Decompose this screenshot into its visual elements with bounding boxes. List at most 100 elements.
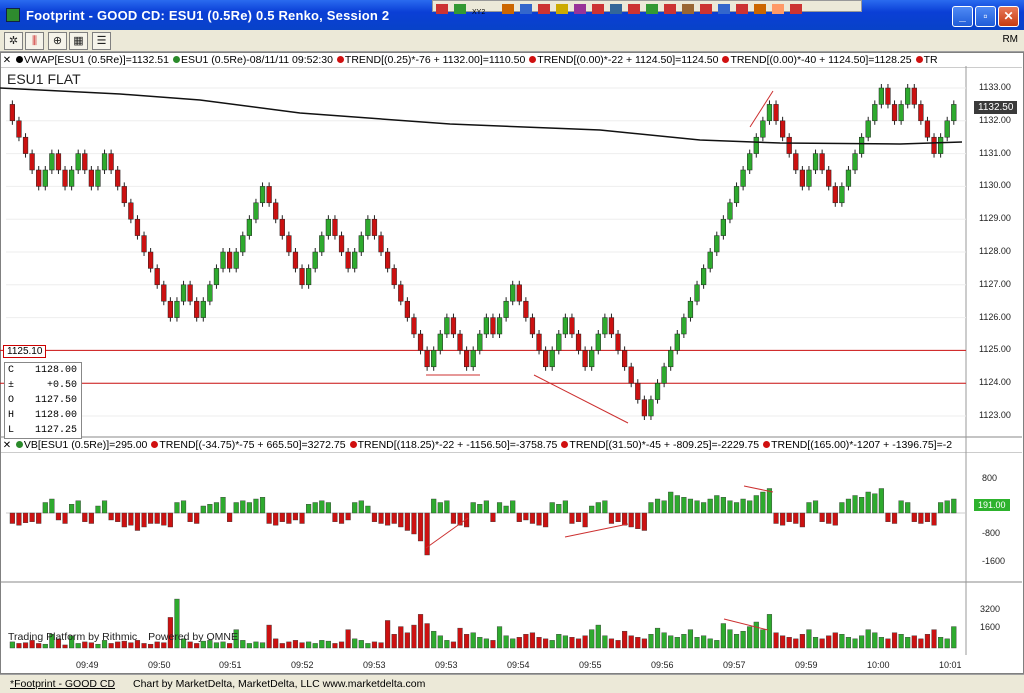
time-tick: 09:53: [363, 660, 386, 670]
price-tick: 1133.00: [979, 82, 1011, 92]
volume-bar: [378, 642, 384, 649]
candle: [819, 153, 825, 171]
candle: [200, 300, 206, 318]
vb-bar: [431, 498, 437, 514]
candle: [352, 251, 358, 269]
volume-bar: [279, 643, 285, 649]
candle: [194, 300, 200, 318]
candle: [411, 317, 417, 335]
volume-bar: [727, 629, 733, 649]
candle: [681, 317, 687, 335]
vb-bar: [681, 497, 687, 514]
volume-bar: [905, 637, 911, 649]
vb-bar: [951, 498, 957, 514]
candle: [523, 300, 529, 318]
volume-bar: [766, 614, 773, 649]
candle: [687, 300, 694, 318]
volume-bar: [812, 637, 819, 649]
candle: [141, 235, 147, 253]
volume-bar: [740, 630, 746, 649]
volume-bar: [944, 638, 950, 649]
candle: [62, 169, 68, 187]
candle: [891, 104, 898, 122]
vb-bar: [648, 502, 654, 514]
candle: [470, 350, 476, 368]
vb-bar: [404, 512, 410, 531]
chart-canvas[interactable]: [0, 0, 1024, 693]
candle: [707, 251, 713, 269]
vb-bar: [49, 498, 55, 514]
vb-bar: [516, 512, 522, 522]
vb-bar: [766, 488, 773, 514]
candle: [312, 251, 318, 269]
candle: [845, 169, 852, 187]
status-tab[interactable]: *Footprint - GOOD CD: [10, 678, 115, 690]
volume-bar: [312, 643, 318, 649]
vb-bar: [477, 504, 483, 514]
vb-bar: [799, 512, 805, 528]
volume-bar: [885, 638, 891, 649]
volume-bar: [918, 638, 924, 649]
volume-bar: [760, 629, 766, 649]
volume-bar: [556, 634, 562, 649]
vb-bar: [720, 497, 726, 514]
vb-bar: [108, 512, 114, 521]
candle: [589, 350, 595, 368]
volume-bar: [668, 635, 674, 649]
volume-bar: [62, 644, 68, 649]
vb-bar: [786, 512, 792, 522]
vb-bar: [931, 512, 937, 526]
vb-bar: [240, 500, 246, 514]
time-tick: 09:53: [435, 660, 458, 670]
volume-bar: [628, 635, 634, 649]
candle: [582, 350, 588, 368]
vb-bar: [562, 500, 568, 514]
candle: [496, 317, 503, 335]
trend-line: [564, 523, 629, 538]
candle: [536, 333, 542, 351]
candle: [905, 87, 911, 105]
vb-bar: [753, 495, 759, 514]
candle: [832, 186, 838, 204]
vb-bar: [371, 512, 378, 522]
volume-bar: [549, 640, 555, 649]
candle: [898, 104, 904, 122]
vb-bar: [523, 512, 529, 521]
volume-bar: [385, 620, 391, 649]
vb-bar: [780, 512, 786, 526]
vb-bar: [167, 512, 173, 528]
volume-bar: [951, 626, 957, 649]
volume-bar: [872, 632, 878, 649]
volume-bar: [536, 637, 542, 649]
candle: [332, 218, 338, 236]
time-tick: 09:51: [219, 660, 242, 670]
vb-bar: [885, 512, 891, 522]
vb-bar: [733, 502, 740, 514]
volume-bar: [253, 641, 259, 649]
candle: [246, 218, 252, 236]
vb-bar: [352, 502, 358, 514]
ohlc-label: L: [8, 425, 15, 436]
vb-bar: [75, 500, 81, 514]
volume-bar: [865, 629, 871, 649]
vb-bar: [82, 512, 88, 522]
candle: [385, 251, 391, 269]
candle: [727, 202, 733, 220]
volume-bar: [483, 638, 489, 649]
candle: [911, 87, 917, 105]
volume-bar: [523, 634, 529, 649]
candle: [180, 284, 187, 302]
ohlc-value: 1128.00: [34, 410, 77, 421]
time-tick: 09:55: [579, 660, 602, 670]
time-tick: 09:59: [795, 660, 818, 670]
volume-bar: [503, 635, 509, 649]
candle: [661, 366, 667, 384]
candle: [345, 251, 351, 269]
candle: [865, 120, 871, 138]
candle: [556, 333, 562, 351]
candle: [22, 136, 29, 154]
volume-bar: [246, 643, 252, 649]
vb-bar: [345, 512, 351, 521]
vb-bar: [22, 512, 29, 524]
vb-bar: [944, 500, 950, 514]
